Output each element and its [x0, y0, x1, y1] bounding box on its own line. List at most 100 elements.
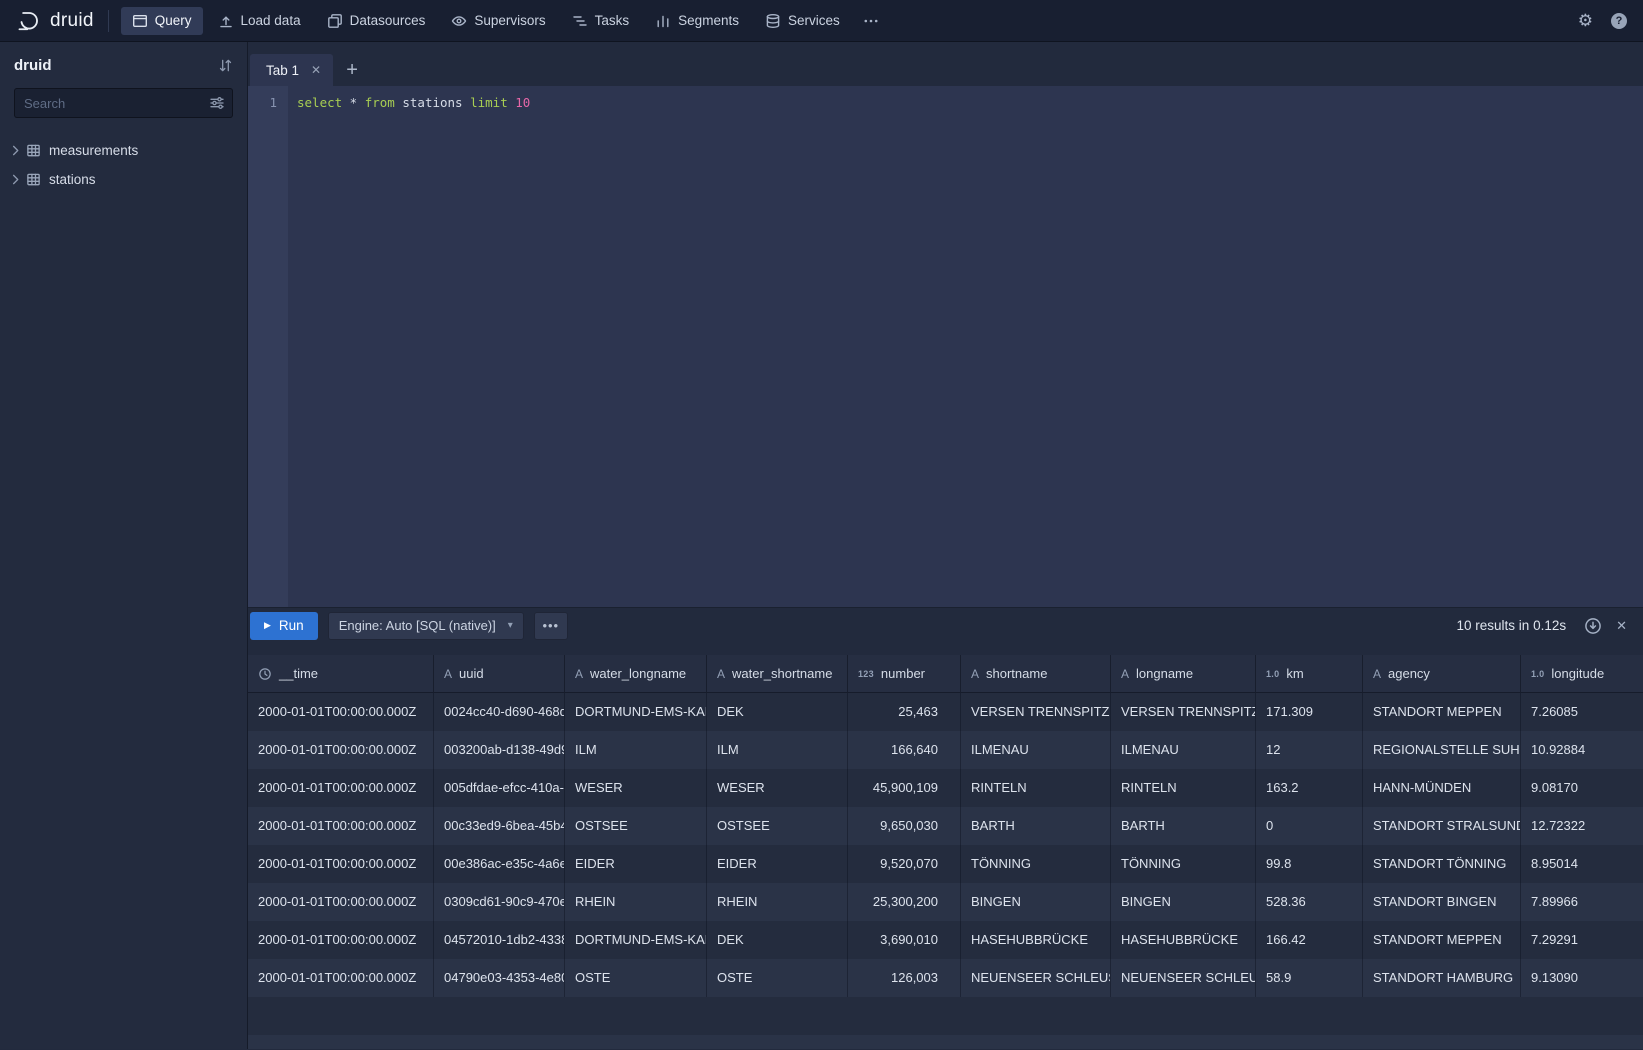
- table-cell[interactable]: STANDORT MEPPEN: [1363, 921, 1521, 959]
- table-cell[interactable]: STANDORT HAMBURG: [1363, 959, 1521, 997]
- tree-item-stations[interactable]: stations: [0, 165, 247, 194]
- new-tab-button[interactable]: +: [333, 54, 371, 86]
- close-results-icon[interactable]: ✕: [1616, 618, 1627, 634]
- table-cell[interactable]: 99.8: [1256, 845, 1363, 883]
- column-header-water-longname[interactable]: Awater_longname: [565, 655, 707, 693]
- table-cell[interactable]: 166.42: [1256, 921, 1363, 959]
- table-cell[interactable]: HANN-MÜNDEN: [1363, 769, 1521, 807]
- engine-select[interactable]: Engine: Auto [SQL (native)] ▾: [328, 612, 524, 640]
- table-cell[interactable]: 25,300,200: [848, 883, 961, 921]
- table-cell[interactable]: OSTE: [707, 959, 848, 997]
- table-cell[interactable]: 04790e03-4353-4e80-be: [434, 959, 565, 997]
- table-cell[interactable]: 2000-01-01T00:00:00.000Z: [248, 731, 434, 769]
- table-cell[interactable]: 003200ab-d138-49d9-aa: [434, 731, 565, 769]
- table-cell[interactable]: OSTSEE: [707, 807, 848, 845]
- search-input[interactable]: [14, 88, 233, 118]
- table-cell[interactable]: RHEIN: [565, 883, 707, 921]
- table-cell[interactable]: HASEHUBBRÜCKE: [961, 921, 1111, 959]
- table-cell[interactable]: WESER: [565, 769, 707, 807]
- table-cell[interactable]: 528.36: [1256, 883, 1363, 921]
- column-header-time[interactable]: __time: [248, 655, 434, 693]
- table-cell[interactable]: EIDER: [565, 845, 707, 883]
- table-cell[interactable]: 9.08170: [1521, 769, 1643, 807]
- help-icon[interactable]: ?: [1611, 13, 1627, 29]
- table-cell[interactable]: ILMENAU: [961, 731, 1111, 769]
- table-cell[interactable]: 45,900,109: [848, 769, 961, 807]
- table-cell[interactable]: STANDORT MEPPEN: [1363, 693, 1521, 731]
- table-cell[interactable]: TÖNNING: [1111, 845, 1256, 883]
- brand[interactable]: druid: [10, 8, 100, 34]
- column-header-agency[interactable]: Aagency: [1363, 655, 1521, 693]
- nav-item-load-data[interactable]: Load data: [207, 7, 312, 35]
- table-cell[interactable]: REGIONALSTELLE SUHL: [1363, 731, 1521, 769]
- download-icon[interactable]: [1584, 617, 1602, 635]
- table-cell[interactable]: NEUENSEER SCHLEUSEN: [1111, 959, 1256, 997]
- table-cell[interactable]: DEK: [707, 921, 848, 959]
- table-cell[interactable]: OSTE: [565, 959, 707, 997]
- table-cell[interactable]: HASEHUBBRÜCKE: [1111, 921, 1256, 959]
- table-cell[interactable]: 9,650,030: [848, 807, 961, 845]
- table-cell[interactable]: 0: [1256, 807, 1363, 845]
- table-cell[interactable]: 166,640: [848, 731, 961, 769]
- table-cell[interactable]: 7.26085: [1521, 693, 1643, 731]
- table-cell[interactable]: 3,690,010: [848, 921, 961, 959]
- nav-item-supervisors[interactable]: Supervisors: [440, 7, 556, 35]
- table-cell[interactable]: 8.95014: [1521, 845, 1643, 883]
- table-cell[interactable]: 12.72322: [1521, 807, 1643, 845]
- table-cell[interactable]: 7.29291: [1521, 921, 1643, 959]
- table-cell[interactable]: NEUENSEER SCHLEUSEN: [961, 959, 1111, 997]
- table-cell[interactable]: EIDER: [707, 845, 848, 883]
- table-cell[interactable]: VERSEN TRENNSPITZE: [1111, 693, 1256, 731]
- table-cell[interactable]: VERSEN TRENNSPITZE: [961, 693, 1111, 731]
- column-header-number[interactable]: 123number: [848, 655, 961, 693]
- column-header-uuid[interactable]: Auuid: [434, 655, 565, 693]
- nav-item-services[interactable]: Services: [754, 7, 851, 35]
- chevron-right-icon[interactable]: [8, 172, 23, 187]
- table-cell[interactable]: 163.2: [1256, 769, 1363, 807]
- table-cell[interactable]: DORTMUND-EMS-KANAL: [565, 921, 707, 959]
- nav-item-datasources[interactable]: Datasources: [316, 7, 437, 35]
- table-cell[interactable]: STANDORT STRALSUND: [1363, 807, 1521, 845]
- sql-text[interactable]: select * from stations limit 10: [288, 86, 1643, 607]
- query-more-button[interactable]: •••: [534, 612, 568, 640]
- table-cell[interactable]: 126,003: [848, 959, 961, 997]
- table-cell[interactable]: ILM: [565, 731, 707, 769]
- table-cell[interactable]: 25,463: [848, 693, 961, 731]
- table-cell[interactable]: DEK: [707, 693, 848, 731]
- table-cell[interactable]: 58.9: [1256, 959, 1363, 997]
- table-cell[interactable]: ILM: [707, 731, 848, 769]
- query-editor[interactable]: 1 select * from stations limit 10: [248, 86, 1643, 607]
- table-cell[interactable]: BINGEN: [961, 883, 1111, 921]
- table-cell[interactable]: 2000-01-01T00:00:00.000Z: [248, 883, 434, 921]
- table-cell[interactable]: 2000-01-01T00:00:00.000Z: [248, 959, 434, 997]
- table-cell[interactable]: BARTH: [961, 807, 1111, 845]
- table-cell[interactable]: BINGEN: [1111, 883, 1256, 921]
- table-cell[interactable]: BARTH: [1111, 807, 1256, 845]
- table-cell[interactable]: 2000-01-01T00:00:00.000Z: [248, 693, 434, 731]
- table-cell[interactable]: 0309cd61-90c9-470e-99: [434, 883, 565, 921]
- filter-sliders-icon[interactable]: [209, 95, 225, 111]
- table-cell[interactable]: 171.309: [1256, 693, 1363, 731]
- table-cell[interactable]: 7.89966: [1521, 883, 1643, 921]
- table-cell[interactable]: 005dfdae-efcc-410a-bf1: [434, 769, 565, 807]
- table-cell[interactable]: TÖNNING: [961, 845, 1111, 883]
- table-cell[interactable]: 10.92884: [1521, 731, 1643, 769]
- table-cell[interactable]: RHEIN: [707, 883, 848, 921]
- table-cell[interactable]: WESER: [707, 769, 848, 807]
- table-cell[interactable]: 9,520,070: [848, 845, 961, 883]
- nav-item-tasks[interactable]: Tasks: [561, 7, 641, 35]
- table-cell[interactable]: 00c33ed9-6bea-45b4-87: [434, 807, 565, 845]
- table-cell[interactable]: 00e386ac-e35c-4a6e-80: [434, 845, 565, 883]
- table-cell[interactable]: 9.13090: [1521, 959, 1643, 997]
- column-header-km[interactable]: 1.0km: [1256, 655, 1363, 693]
- tab-tab-1[interactable]: Tab 1 ✕: [250, 54, 333, 86]
- table-cell[interactable]: OSTSEE: [565, 807, 707, 845]
- column-header-water-shortname[interactable]: Awater_shortname: [707, 655, 848, 693]
- nav-item-segments[interactable]: Segments: [644, 7, 750, 35]
- table-cell[interactable]: 0024cc40-d690-468d-84: [434, 693, 565, 731]
- column-header-longitude[interactable]: 1.0longitude: [1521, 655, 1643, 693]
- nav-item-query[interactable]: Query: [121, 7, 203, 35]
- run-button[interactable]: ▶ Run: [250, 612, 318, 640]
- table-cell[interactable]: 2000-01-01T00:00:00.000Z: [248, 921, 434, 959]
- table-cell[interactable]: 04572010-1db2-4338-85: [434, 921, 565, 959]
